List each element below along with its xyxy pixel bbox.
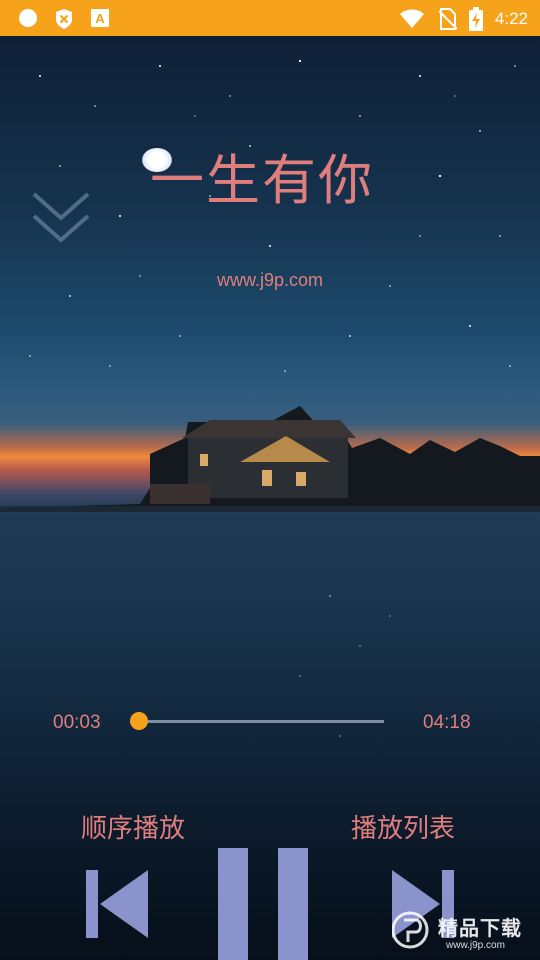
status-bar-left-icons: A — [18, 8, 110, 30]
svg-text:A: A — [95, 11, 105, 26]
watermark-site: www.j9p.com — [446, 940, 505, 951]
previous-icon[interactable] — [86, 870, 148, 938]
no-sim-icon — [438, 8, 457, 30]
status-bar-right-icons: 4:22 — [399, 7, 528, 31]
circle-icon — [19, 9, 37, 27]
battery-charging-icon — [468, 7, 483, 31]
shield-x-icon — [56, 9, 72, 29]
song-title: 一生有你 — [150, 149, 374, 212]
pause-icon[interactable] — [218, 848, 310, 960]
status-time: 4:22 — [494, 9, 528, 28]
progress-thumb[interactable] — [129, 712, 148, 730]
collapse-chevron-icon[interactable] — [30, 188, 92, 250]
a-notification-icon: A — [91, 9, 109, 27]
wifi-icon — [399, 9, 424, 28]
progress-bar[interactable] — [129, 712, 384, 730]
current-time: 00:03 — [53, 712, 101, 733]
total-time: 04:18 — [423, 712, 471, 733]
play-mode-button[interactable]: 顺序播放 — [81, 808, 185, 845]
island-house-image — [0, 406, 540, 512]
song-subtitle: www.j9p.com — [216, 270, 324, 290]
playlist-button[interactable]: 播放列表 — [351, 808, 455, 845]
status-bar: A 4:22 — [0, 0, 540, 36]
watermark-brand: 精品下载 — [438, 916, 522, 940]
